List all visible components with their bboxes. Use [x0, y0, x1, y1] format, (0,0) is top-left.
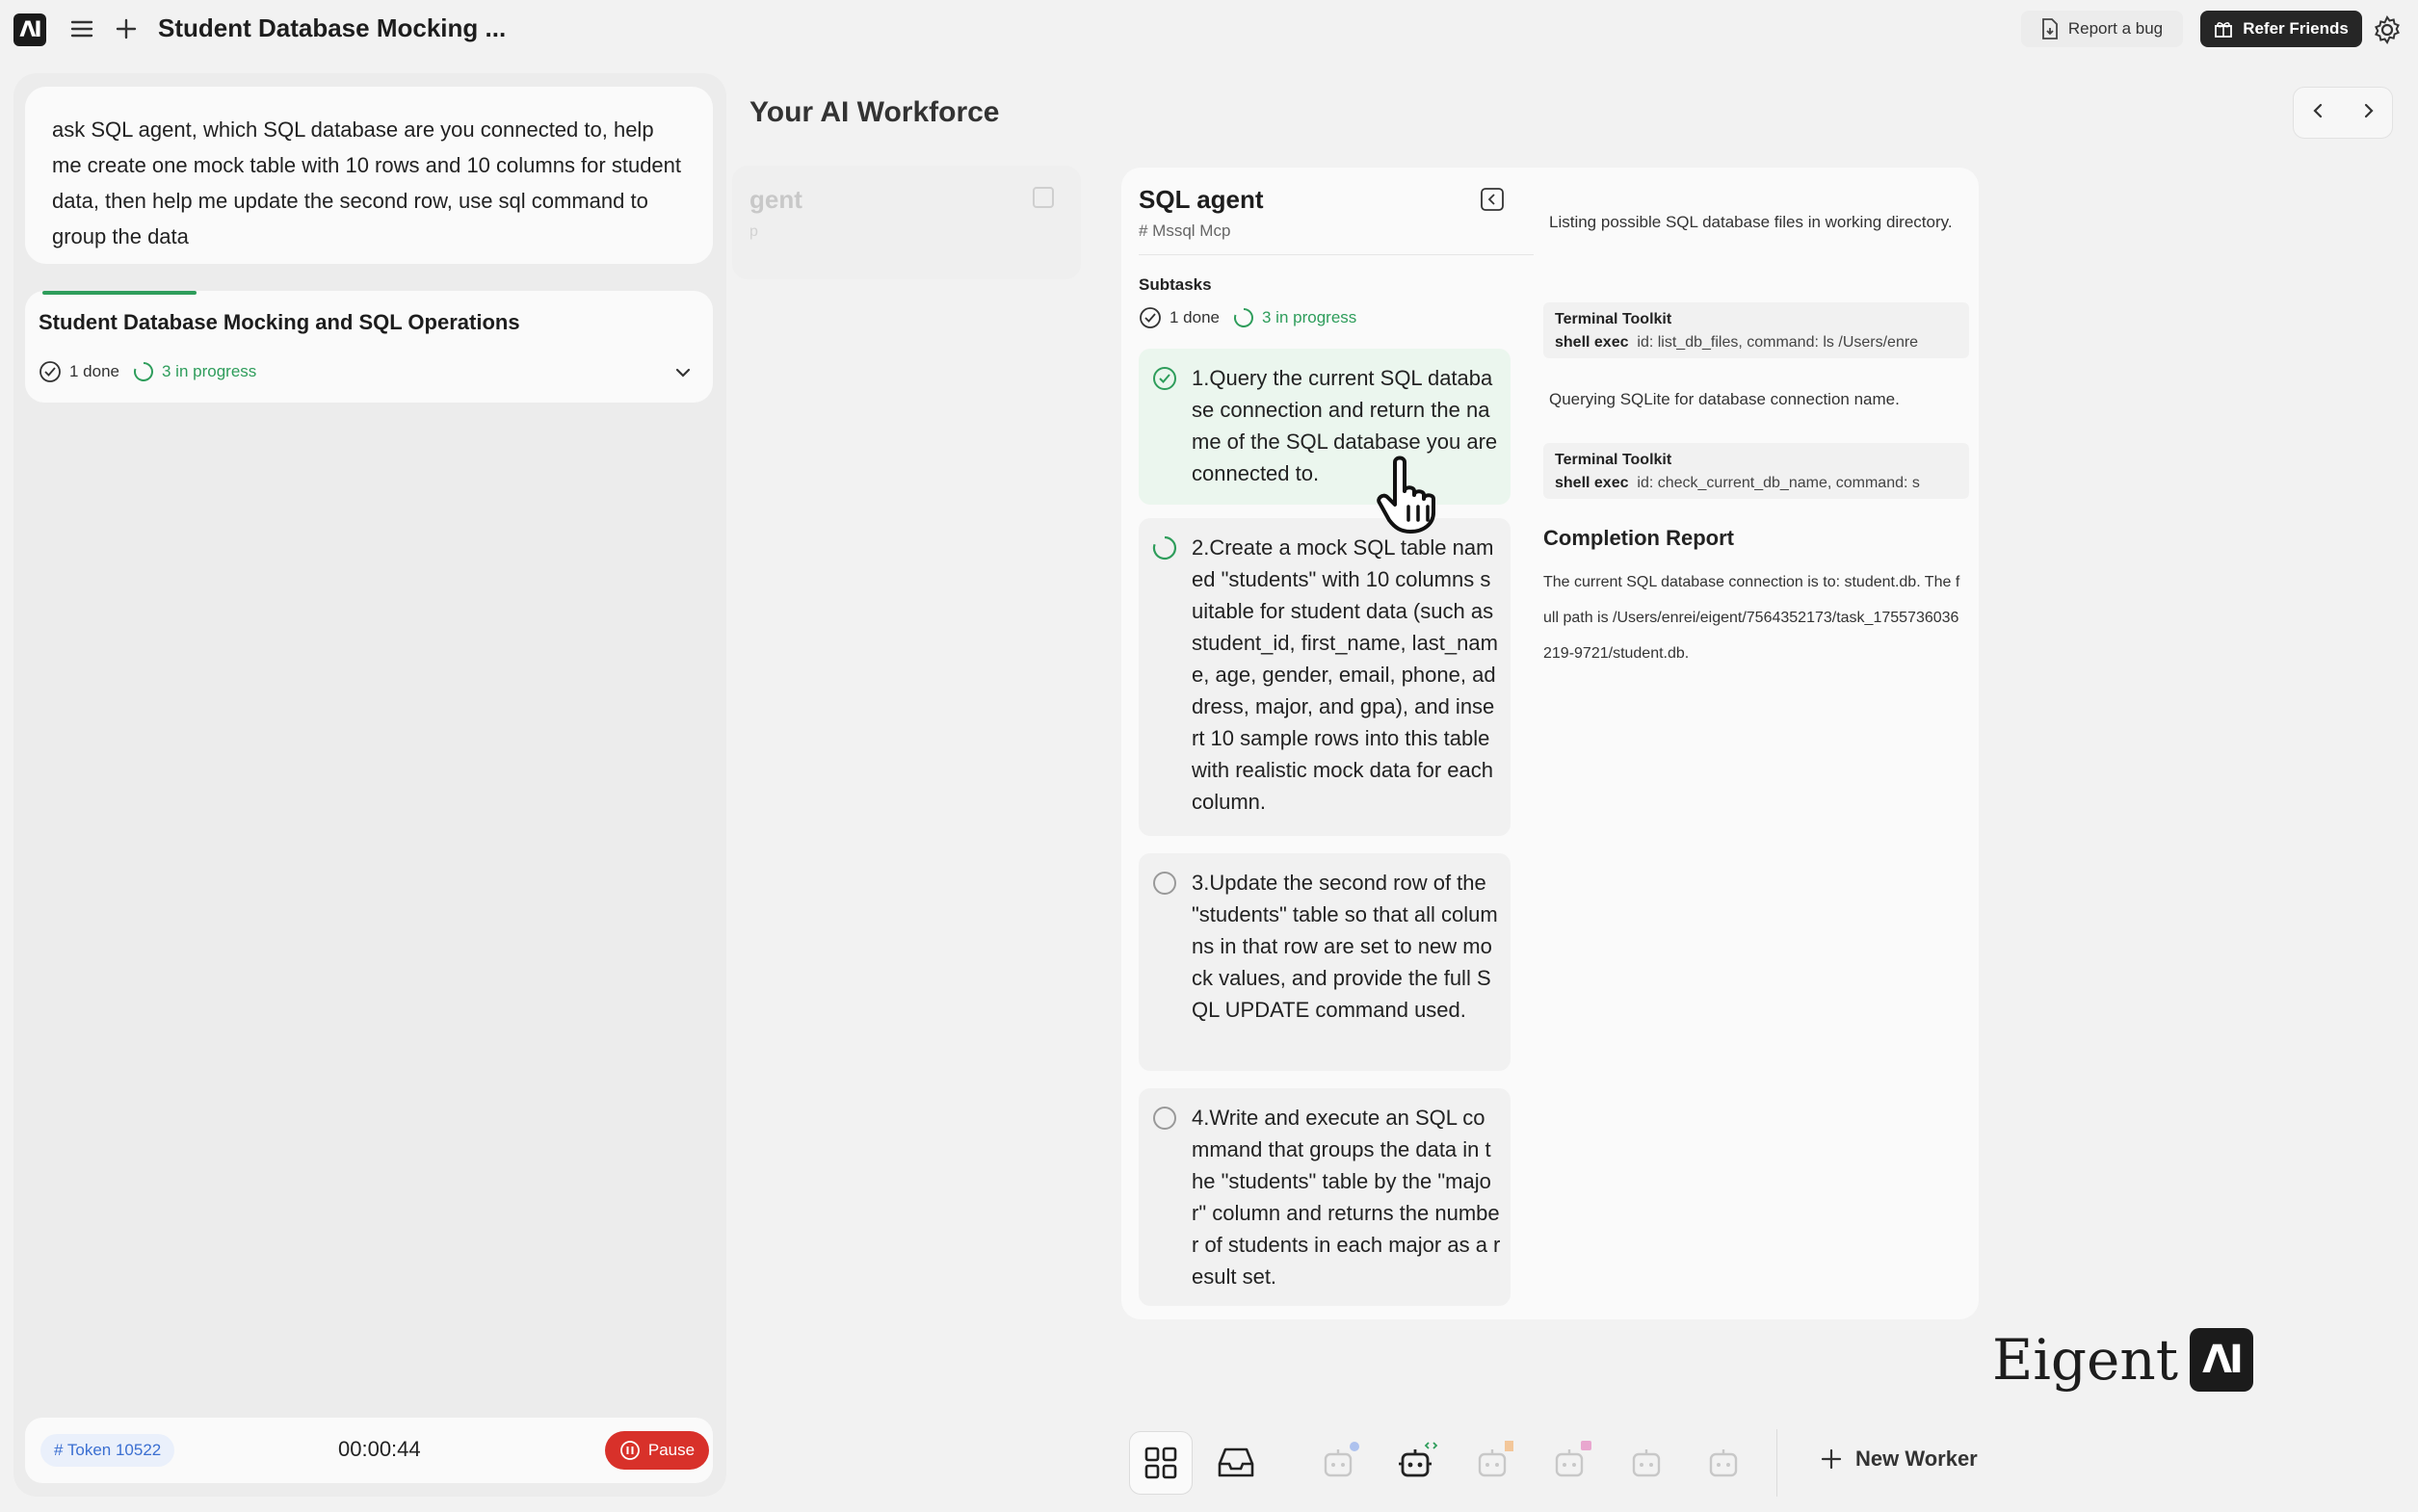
agent-in-progress-count: 3 in progress	[1262, 308, 1357, 326]
brand-wordmark: Eigent	[1992, 1327, 2179, 1393]
agent-tag: # Mssql Mcp	[1139, 222, 1231, 240]
subtask-text: 4.Write and execute an SQL command that …	[1192, 1106, 1501, 1289]
hand-pointer-cursor-icon	[1366, 443, 1462, 539]
user-prompt-message: ask SQL agent, which SQL database are yo…	[25, 87, 713, 264]
subtask-item[interactable]: 4.Write and execute an SQL command that …	[1139, 1088, 1511, 1306]
completion-report-title: Completion Report	[1543, 526, 1734, 550]
log-line: Querying SQLite for database connection …	[1549, 390, 1900, 408]
subtask-text: 2.Create a mock SQL table named "student…	[1192, 535, 1498, 814]
refer-friends-label: Refer Friends	[2243, 19, 2349, 38]
toolkit-method: shell exec	[1555, 475, 1629, 491]
spinner-icon	[1152, 535, 1176, 560]
agent-title: SQL agent	[1139, 185, 1264, 214]
grid-view-button[interactable]	[1129, 1431, 1193, 1495]
chat-panel: ask SQL agent, which SQL database are yo…	[13, 73, 726, 1497]
pause-button[interactable]: Pause	[605, 1431, 709, 1470]
agent-done-count: 1 done	[1170, 308, 1220, 326]
completion-report-body: The current SQL database connection is t…	[1543, 574, 1960, 662]
inbox-icon	[1218, 1447, 1254, 1477]
chevron-down-icon[interactable]	[672, 362, 694, 383]
subtask-item[interactable]: 3.Update the second row of the "students…	[1139, 853, 1511, 1071]
collapse-panel-icon[interactable]	[1480, 187, 1505, 212]
toolkit-name: Terminal Toolkit	[1555, 452, 1672, 468]
subtask-text: 3.Update the second row of the "students…	[1192, 871, 1498, 1022]
session-footer: # Token 10522 00:00:44 Pause	[25, 1418, 713, 1483]
refer-friends-button[interactable]: Refer Friends	[2200, 11, 2362, 47]
worker-robot-icon[interactable]	[1626, 1439, 1670, 1483]
empty-circle-icon	[1153, 1107, 1176, 1130]
dock-divider	[1776, 1429, 1777, 1497]
chevron-left-icon[interactable]	[2309, 101, 2328, 125]
task-summary-card[interactable]: Student Database Mocking and SQL Operati…	[25, 291, 713, 403]
new-task-plus-icon[interactable]	[112, 14, 141, 43]
new-worker-label: New Worker	[1855, 1447, 1978, 1471]
check-circle-icon	[39, 361, 61, 382]
worker-robot-developer-icon[interactable]	[1395, 1439, 1439, 1483]
menu-icon[interactable]	[67, 14, 96, 43]
brand-logo: ΛI	[2190, 1328, 2254, 1392]
subtask-item[interactable]: 2.Create a mock SQL table named "student…	[1139, 518, 1511, 836]
report-file-icon	[2041, 18, 2058, 39]
toolkit-args: id: list_db_files, command: ls /Users/en…	[1637, 334, 1919, 351]
worker-robot-web-icon[interactable]	[1318, 1439, 1362, 1483]
done-count: 1 done	[69, 362, 119, 380]
token-badge: # Token 10522	[40, 1434, 175, 1467]
previous-agent-card[interactable]: gent p	[732, 166, 1081, 279]
subtasks-heading: Subtasks	[1139, 275, 1212, 294]
check-circle-icon	[1153, 367, 1176, 390]
grid-icon	[1144, 1447, 1177, 1479]
worker-robot-image-icon[interactable]	[1549, 1439, 1593, 1483]
toolkit-name: Terminal Toolkit	[1555, 311, 1672, 327]
in-progress-count: 3 in progress	[162, 362, 257, 380]
plus-icon	[1821, 1448, 1842, 1470]
agent-status-row: 1 done 3 in progress	[1139, 306, 1356, 329]
app-logo: ΛI	[13, 13, 46, 46]
page-title: Student Database Mocking ...	[158, 13, 507, 42]
previous-agent-title: gent	[749, 185, 802, 214]
log-line: Listing possible SQL database files in w…	[1549, 213, 1953, 231]
divider	[1139, 254, 1534, 255]
worker-robot-document-icon[interactable]	[1472, 1439, 1516, 1483]
spinner-icon	[1234, 308, 1253, 327]
chevron-right-icon[interactable]	[2358, 101, 2378, 125]
report-bug-label: Report a bug	[2067, 19, 2164, 38]
task-status-row: 1 done 3 in progress	[39, 360, 256, 383]
toolkit-args: id: check_current_db_name, command: s	[1637, 475, 1920, 491]
pause-icon	[619, 1441, 640, 1460]
previous-agent-tag: p	[749, 223, 758, 240]
elapsed-timer: 00:00:44	[338, 1437, 421, 1461]
task-progress-bar	[42, 291, 197, 295]
toolkit-call[interactable]: Terminal Toolkit shell exec id: check_cu…	[1543, 443, 1969, 499]
eigent-brand: Eigent ΛI	[1992, 1327, 2254, 1393]
inbox-button[interactable]	[1204, 1431, 1268, 1495]
task-title: Student Database Mocking and SQL Operati…	[39, 310, 520, 334]
worker-robot-icon[interactable]	[1703, 1439, 1748, 1483]
gift-icon	[2215, 22, 2233, 38]
new-worker-button[interactable]: New Worker	[1821, 1447, 1978, 1472]
workforce-title: Your AI Workforce	[749, 96, 1000, 128]
pause-label: Pause	[647, 1441, 696, 1459]
expand-icon[interactable]	[1033, 187, 1054, 208]
sql-agent-card: SQL agent # Mssql Mcp Subtasks 1 done 3 …	[1121, 168, 1979, 1319]
workforce-nav	[2293, 87, 2393, 139]
check-circle-icon	[1140, 307, 1161, 328]
empty-circle-icon	[1153, 872, 1176, 895]
agent-log-panel: Listing possible SQL database files in w…	[1538, 168, 1979, 1319]
toolkit-call[interactable]: Terminal Toolkit shell exec id: list_db_…	[1543, 302, 1969, 358]
report-bug-button[interactable]: Report a bug	[2021, 11, 2183, 47]
toolkit-method: shell exec	[1555, 334, 1629, 351]
gear-icon[interactable]	[2372, 14, 2403, 45]
top-bar: ΛI Student Database Mocking ... Report a…	[0, 0, 2418, 58]
spinner-icon	[134, 362, 153, 381]
